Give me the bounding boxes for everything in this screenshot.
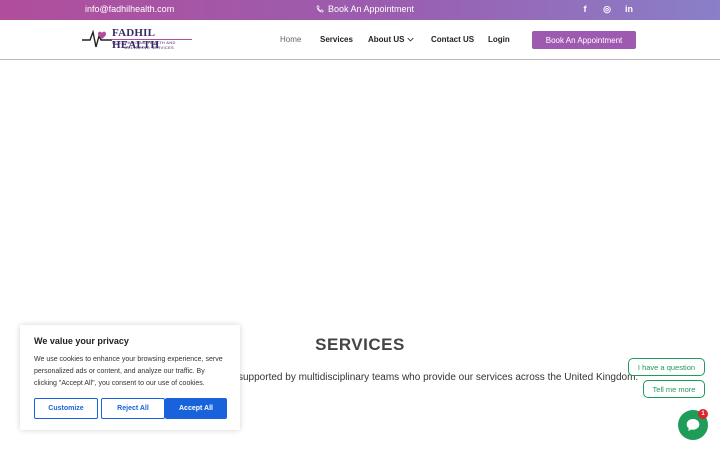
book-appointment-button[interactable]: Book An Appointment xyxy=(532,31,636,49)
cookie-customize-button[interactable]: Customize xyxy=(34,398,98,419)
nav-contact-us[interactable]: Contact US xyxy=(431,35,474,44)
phone-icon xyxy=(316,5,324,13)
facebook-icon[interactable]: f xyxy=(580,3,590,15)
chat-bubble-icon xyxy=(686,419,700,431)
cookie-reject-button[interactable]: Reject All xyxy=(101,398,165,419)
cookie-consent-banner: We value your privacy We use cookies to … xyxy=(20,325,240,430)
chat-question-chip[interactable]: I have a question xyxy=(628,358,705,376)
site-logo[interactable]: FADHIL HEALTH OCCUPATIONAL HEALTH AND WE… xyxy=(82,26,194,54)
social-links: f ◎ in xyxy=(580,3,634,15)
chat-more-chip[interactable]: Tell me more xyxy=(643,380,705,398)
main-header: FADHIL HEALTH OCCUPATIONAL HEALTH AND WE… xyxy=(0,20,720,60)
contact-email-link[interactable]: info@fadhilhealth.com xyxy=(85,4,174,14)
top-bar: info@fadhilhealth.com Book An Appointmen… xyxy=(0,0,720,20)
services-description: supported by multidisciplinary teams who… xyxy=(238,372,639,383)
cookie-title: We value your privacy xyxy=(34,336,129,346)
cookie-accept-button[interactable]: Accept All xyxy=(165,398,227,419)
linkedin-icon[interactable]: in xyxy=(624,3,634,15)
nav-login[interactable]: Login xyxy=(488,35,510,44)
chat-notification-badge: 1 xyxy=(698,409,708,419)
nav-about-us-label: About US xyxy=(368,35,405,44)
chevron-down-icon xyxy=(407,37,415,42)
heartbeat-logo-icon xyxy=(82,29,112,48)
top-appointment-link[interactable]: Book An Appointment xyxy=(316,4,414,14)
nav-services[interactable]: Services xyxy=(320,35,353,44)
cookie-description: We use cookies to enhance your browsing … xyxy=(34,356,223,387)
nav-about-us[interactable]: About US xyxy=(368,35,415,44)
top-appointment-label: Book An Appointment xyxy=(328,4,415,14)
logo-tagline-line2: WELLBEING SERVICES xyxy=(124,45,175,50)
instagram-icon[interactable]: ◎ xyxy=(602,3,612,15)
nav-home[interactable]: Home xyxy=(280,35,301,44)
